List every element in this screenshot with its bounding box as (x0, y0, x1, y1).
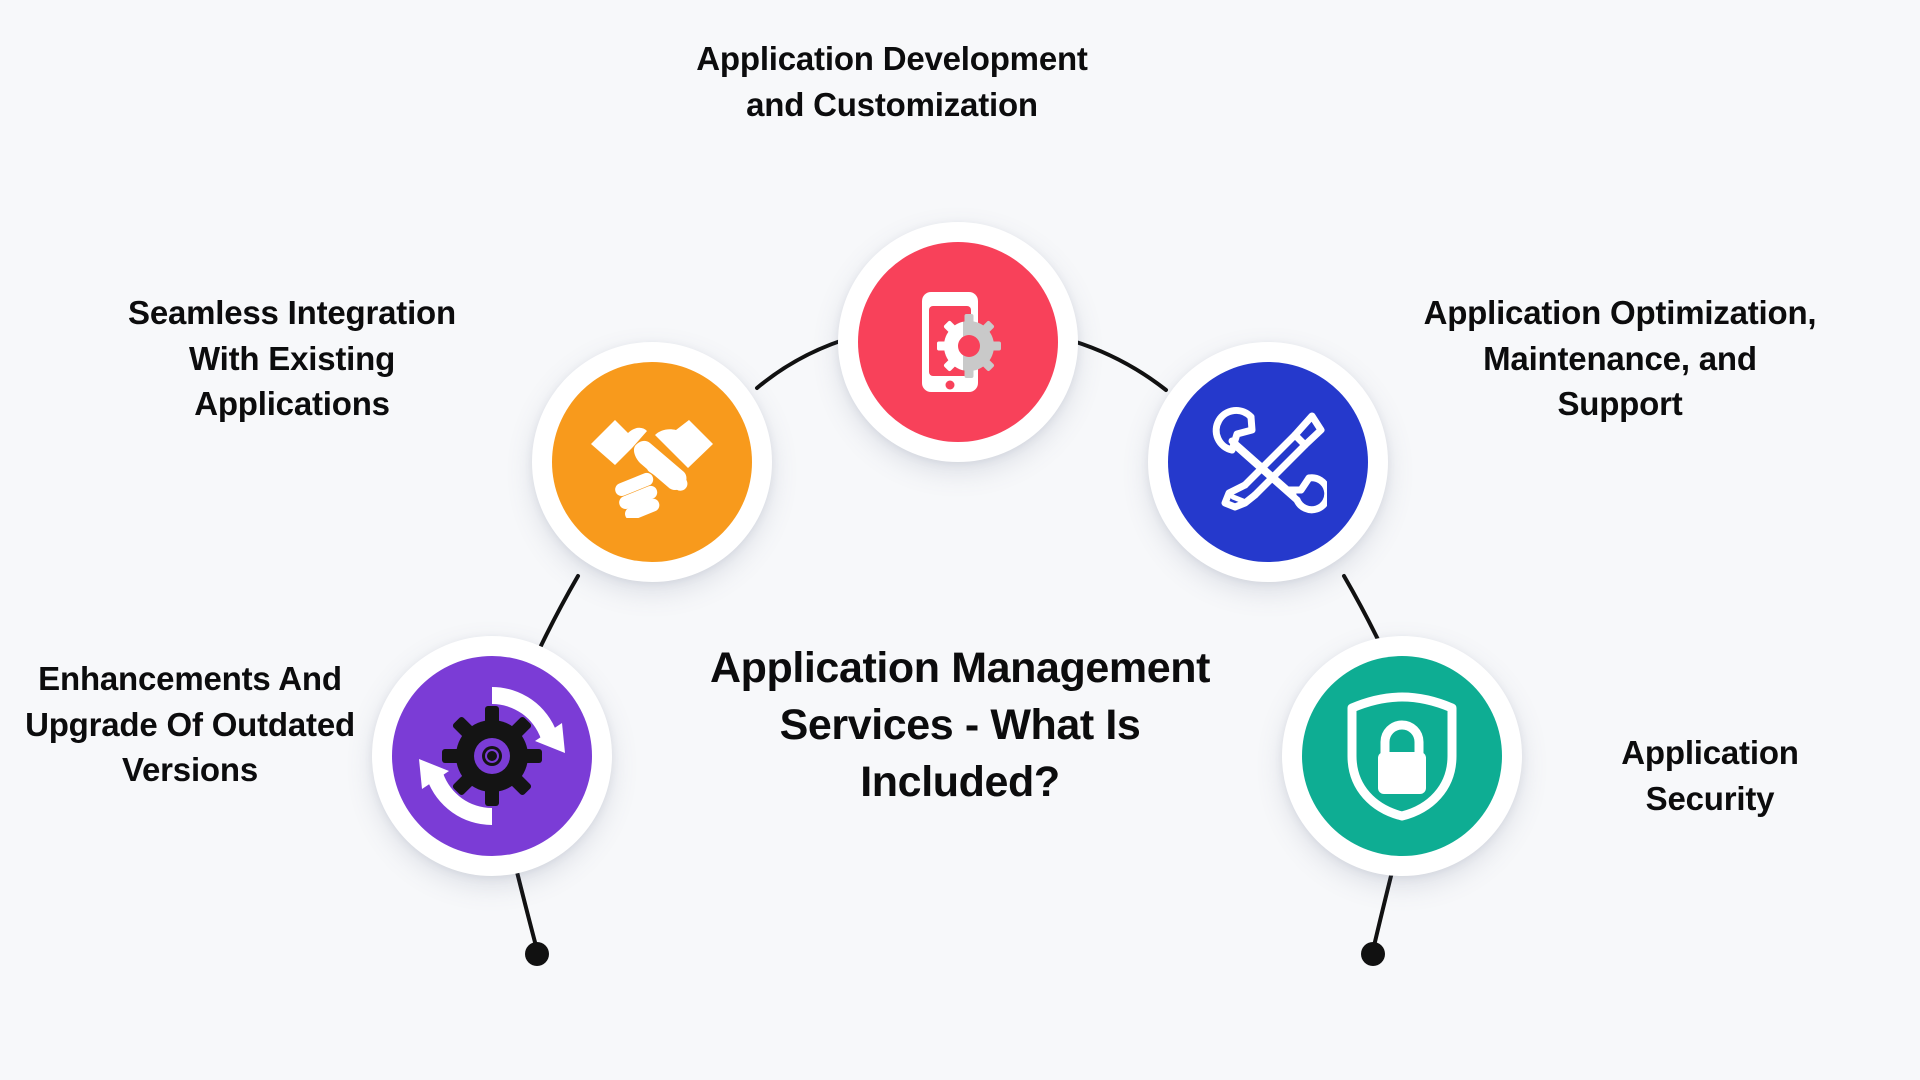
node-application-optimization[interactable] (1148, 342, 1388, 582)
node-application-development[interactable] (838, 222, 1078, 462)
infographic-canvas: Application Development and Customizatio… (0, 0, 1920, 1080)
gear-refresh-icon (392, 656, 592, 856)
shield-lock-icon (1302, 656, 1502, 856)
node-application-security[interactable] (1282, 636, 1522, 876)
node-enhancements-upgrade[interactable] (372, 636, 612, 876)
smartphone-gear-icon (858, 242, 1058, 442)
label-seamless-integration: Seamless Integration With Existing Appli… (128, 294, 456, 423)
handshake-icon (552, 362, 752, 562)
center-title: Application Management Services - What I… (709, 644, 1211, 807)
node-seamless-integration[interactable] (532, 342, 772, 582)
label-enhancements-upgrade: Enhancements And Upgrade Of Outdated Ver… (25, 660, 355, 789)
label-application-security: Application Security (1621, 734, 1799, 817)
connector-lines (514, 334, 1395, 966)
label-application-development: Application Development and Customizatio… (696, 40, 1088, 123)
wrench-screwdriver-icon (1168, 362, 1368, 562)
label-application-optimization: Application Optimization, Maintenance, a… (1423, 294, 1817, 423)
